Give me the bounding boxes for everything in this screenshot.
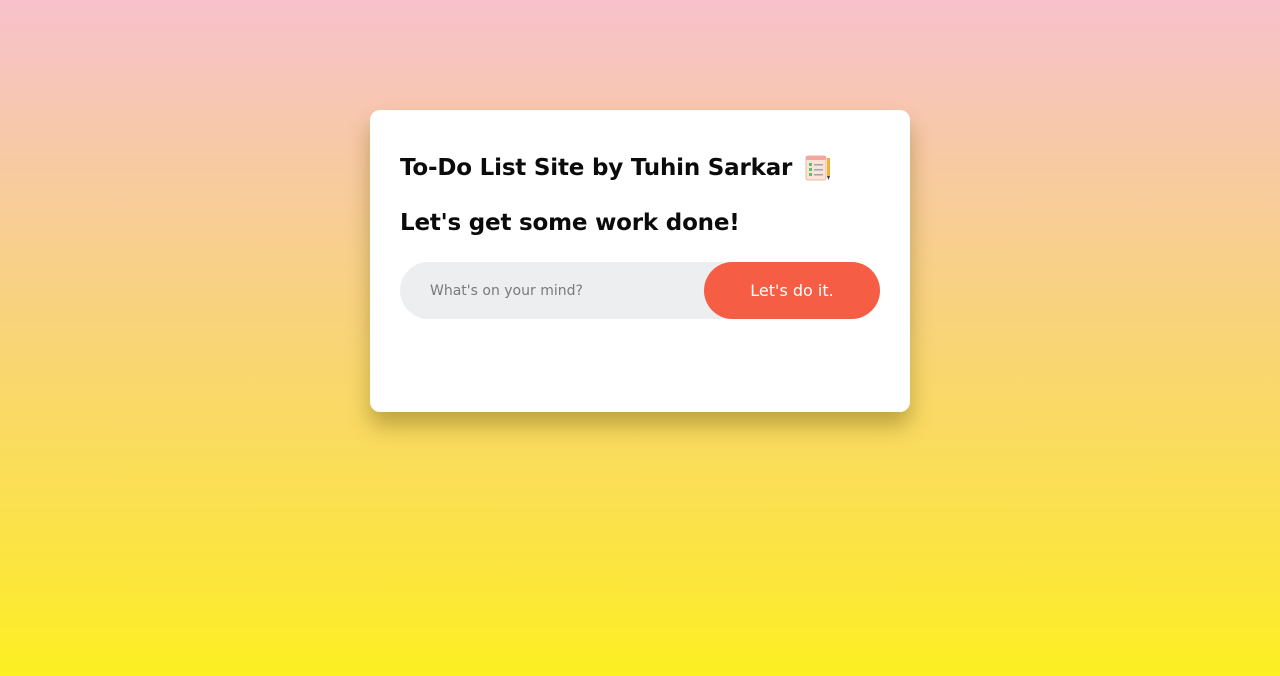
- task-input[interactable]: [400, 262, 720, 319]
- page-title: To-Do List Site by Tuhin Sarkar: [400, 155, 793, 181]
- page-subtitle: Let's get some work done!: [400, 210, 740, 236]
- notepad-checklist-icon: [804, 154, 832, 182]
- add-task-button[interactable]: Let's do it.: [704, 262, 880, 319]
- add-task-row: Let's do it.: [400, 262, 880, 319]
- title-row: To-Do List Site by Tuhin Sarkar: [400, 152, 880, 184]
- todo-card: To-Do List Site by Tuhin Sarkar Let's ge…: [370, 110, 910, 412]
